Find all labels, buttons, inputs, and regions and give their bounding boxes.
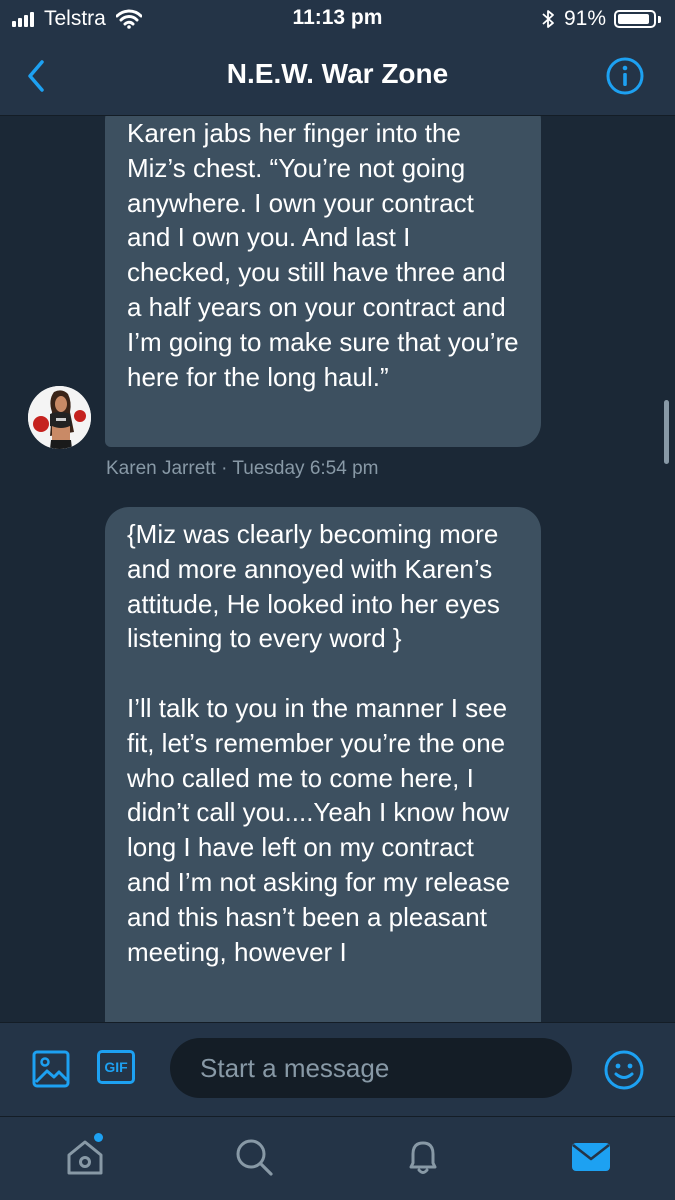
avatar[interactable] [28,386,91,449]
message-list[interactable]: Karen jabs her finger into the Miz’s che… [0,116,675,1022]
messages-icon [572,1143,610,1171]
emoji-icon[interactable] [603,1049,645,1091]
home-notification-dot [94,1133,103,1142]
search-icon [236,1139,273,1176]
conversation-title: N.E.W. War Zone [226,58,449,89]
message-meta: Karen Jarrett · Tuesday 6:54 pm [106,458,378,480]
bluetooth-icon [542,10,554,28]
info-icon[interactable] [605,56,645,96]
conversation-header: N.E.W. War Zone [0,38,675,116]
message-composer: GIF [0,1022,675,1117]
scrollbar[interactable] [664,400,669,464]
message-bubble[interactable]: Karen jabs her finger into the Miz’s che… [105,116,541,447]
dm-conversation-screen: Telstra 11:13 pm 91% N.E.W. War Zone Kar… [0,0,675,1200]
home-icon [67,1140,103,1175]
status-bar: Telstra 11:13 pm 91% [0,0,675,38]
meta-separator: · [221,458,228,479]
battery-percent: 91% [563,7,606,30]
tab-bar [0,1116,675,1200]
tab-messages[interactable] [569,1135,613,1179]
notifications-icon [409,1141,437,1174]
message-text: Karen jabs her finger into the Miz’s che… [127,118,519,392]
tab-notifications[interactable] [401,1135,445,1179]
message-text: {Miz was clearly becoming more and more … [127,519,500,654]
avatar-image [28,386,91,449]
tab-home[interactable] [63,1135,107,1179]
message-timestamp: Tuesday 6:54 pm [232,458,379,479]
image-icon[interactable] [31,1049,71,1089]
sender-name: Karen Jarrett [106,458,216,479]
message-text: I’ll talk to you in the manner I see fit… [127,692,510,967]
message-bubble[interactable]: {Miz was clearly becoming more and more … [105,507,541,1022]
gif-button[interactable]: GIF [97,1050,135,1084]
tab-search[interactable] [232,1135,276,1179]
battery-icon [614,10,656,28]
battery-cap [658,15,661,23]
status-right: 91% [542,5,661,33]
message-input[interactable] [170,1038,572,1098]
battery-level-fill [618,14,649,24]
